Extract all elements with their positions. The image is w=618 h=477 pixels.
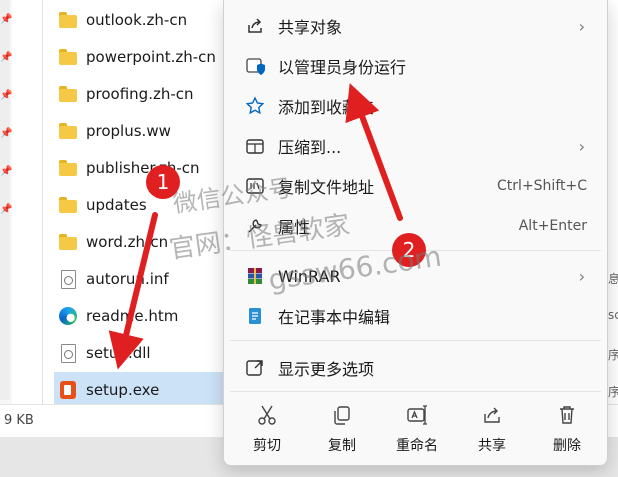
rename-button[interactable]: 重命名 [382,393,452,461]
menu-divider [230,340,601,341]
menu-item-label: 压缩到... [278,138,342,157]
column-text-clipped: sc [608,308,618,322]
action-label: 共享 [478,438,506,454]
status-selection-size: 9 KB [4,413,34,428]
file-name: autorun.inf [86,269,169,288]
share-icon [481,403,503,427]
action-label: 删除 [553,438,581,454]
column-text-clipped: 序 [608,348,618,362]
chevron-right-icon: › [578,266,585,286]
pin-icon: 📌 [0,166,13,177]
menu-item-share-to[interactable]: 共享对象 › [230,8,601,44]
pin-icon: 📌 [0,128,13,139]
menu-item-label: 以管理员身份运行 [278,58,407,77]
file-name: setup.exe [86,380,160,399]
menu-item-label: 显示更多选项 [278,360,375,379]
file-name: readme.htm [86,306,179,325]
settings-file-icon [58,343,78,363]
file-name: word.zh-cn [86,232,169,251]
delete-button[interactable]: 删除 [532,393,602,461]
pin-icon: 📌 [0,14,13,25]
column-text-clipped: 序 [608,385,618,399]
notepad-icon [244,305,266,327]
cut-icon [256,403,278,427]
menu-item-add-favorites[interactable]: 添加到收藏夹 [230,88,601,124]
action-label: 复制 [328,438,356,454]
menu-item-edit-notepad[interactable]: 在记事本中编辑 [230,298,601,334]
rename-icon [406,403,428,427]
file-name: updates [86,195,147,214]
properties-icon [244,215,266,237]
menu-divider [230,250,601,251]
chevron-right-icon: › [578,16,585,36]
folder-icon [58,47,78,67]
copy-button[interactable]: 复制 [307,393,377,461]
copy-icon [331,403,353,427]
more-options-icon [244,357,266,379]
share-icon [244,15,266,37]
file-name: outlook.zh-cn [86,10,188,29]
copy-path-icon [244,175,266,197]
folder-icon [58,232,78,252]
column-text-clipped: 息 [608,272,618,286]
menu-item-show-more-options[interactable]: 显示更多选项 [230,350,601,386]
menu-item-copy-path[interactable]: 复制文件地址 Ctrl+Shift+C [230,168,601,204]
edge-icon [58,306,78,326]
menu-item-compress-to[interactable]: 压缩到... › [230,128,601,164]
chevron-right-icon: › [578,136,585,156]
file-name: powerpoint.zh-cn [86,47,216,66]
folder-icon [58,195,78,215]
settings-file-icon [58,269,78,289]
menu-item-winrar[interactable]: WinRAR › [230,258,601,294]
quick-action-bar: 剪切 复制 重命名 共享 删除 [230,393,601,461]
folder-icon [58,84,78,104]
menu-divider [230,391,601,392]
star-icon [244,95,266,117]
menu-item-properties[interactable]: 属性 Alt+Enter [230,208,601,244]
delete-icon [556,403,578,427]
file-name: proofing.zh-cn [86,84,194,103]
menu-item-label: 属性 [278,218,311,237]
admin-shield-icon [244,55,266,77]
action-label: 重命名 [396,438,438,454]
shortcut-text: Alt+Enter [518,218,587,234]
shortcut-text: Ctrl+Shift+C [497,178,587,194]
pin-icon: 📌 [0,52,13,63]
menu-item-label: 共享对象 [278,18,343,37]
menu-item-label: 添加到收藏夹 [278,98,375,117]
context-menu: 共享对象 › 以管理员身份运行 添加到收藏夹 压缩到... › 复制文件地址 C… [223,0,608,466]
menu-item-label: 复制文件地址 [278,178,375,197]
cut-button[interactable]: 剪切 [232,393,302,461]
share-button[interactable]: 共享 [457,393,527,461]
winrar-icon [244,265,266,287]
pin-icon: 📌 [0,90,13,101]
pin-icon: 📌 [0,204,13,215]
action-label: 剪切 [253,438,281,454]
menu-item-label: WinRAR [278,266,341,286]
navigation-pane: 📌 📌 📌 📌 📌 📌 [0,0,13,400]
folder-icon [58,121,78,141]
file-name: publisher.zh-cn [86,158,200,177]
folder-icon [58,10,78,30]
folder-icon [58,158,78,178]
menu-item-run-as-admin[interactable]: 以管理员身份运行 [230,48,601,84]
office-installer-icon [58,380,78,400]
column-divider [42,0,43,404]
menu-item-label: 在记事本中编辑 [278,308,391,327]
zip-folder-icon [244,135,266,157]
file-name: setup.dll [86,343,151,362]
file-name: proplus.ww [86,121,171,140]
